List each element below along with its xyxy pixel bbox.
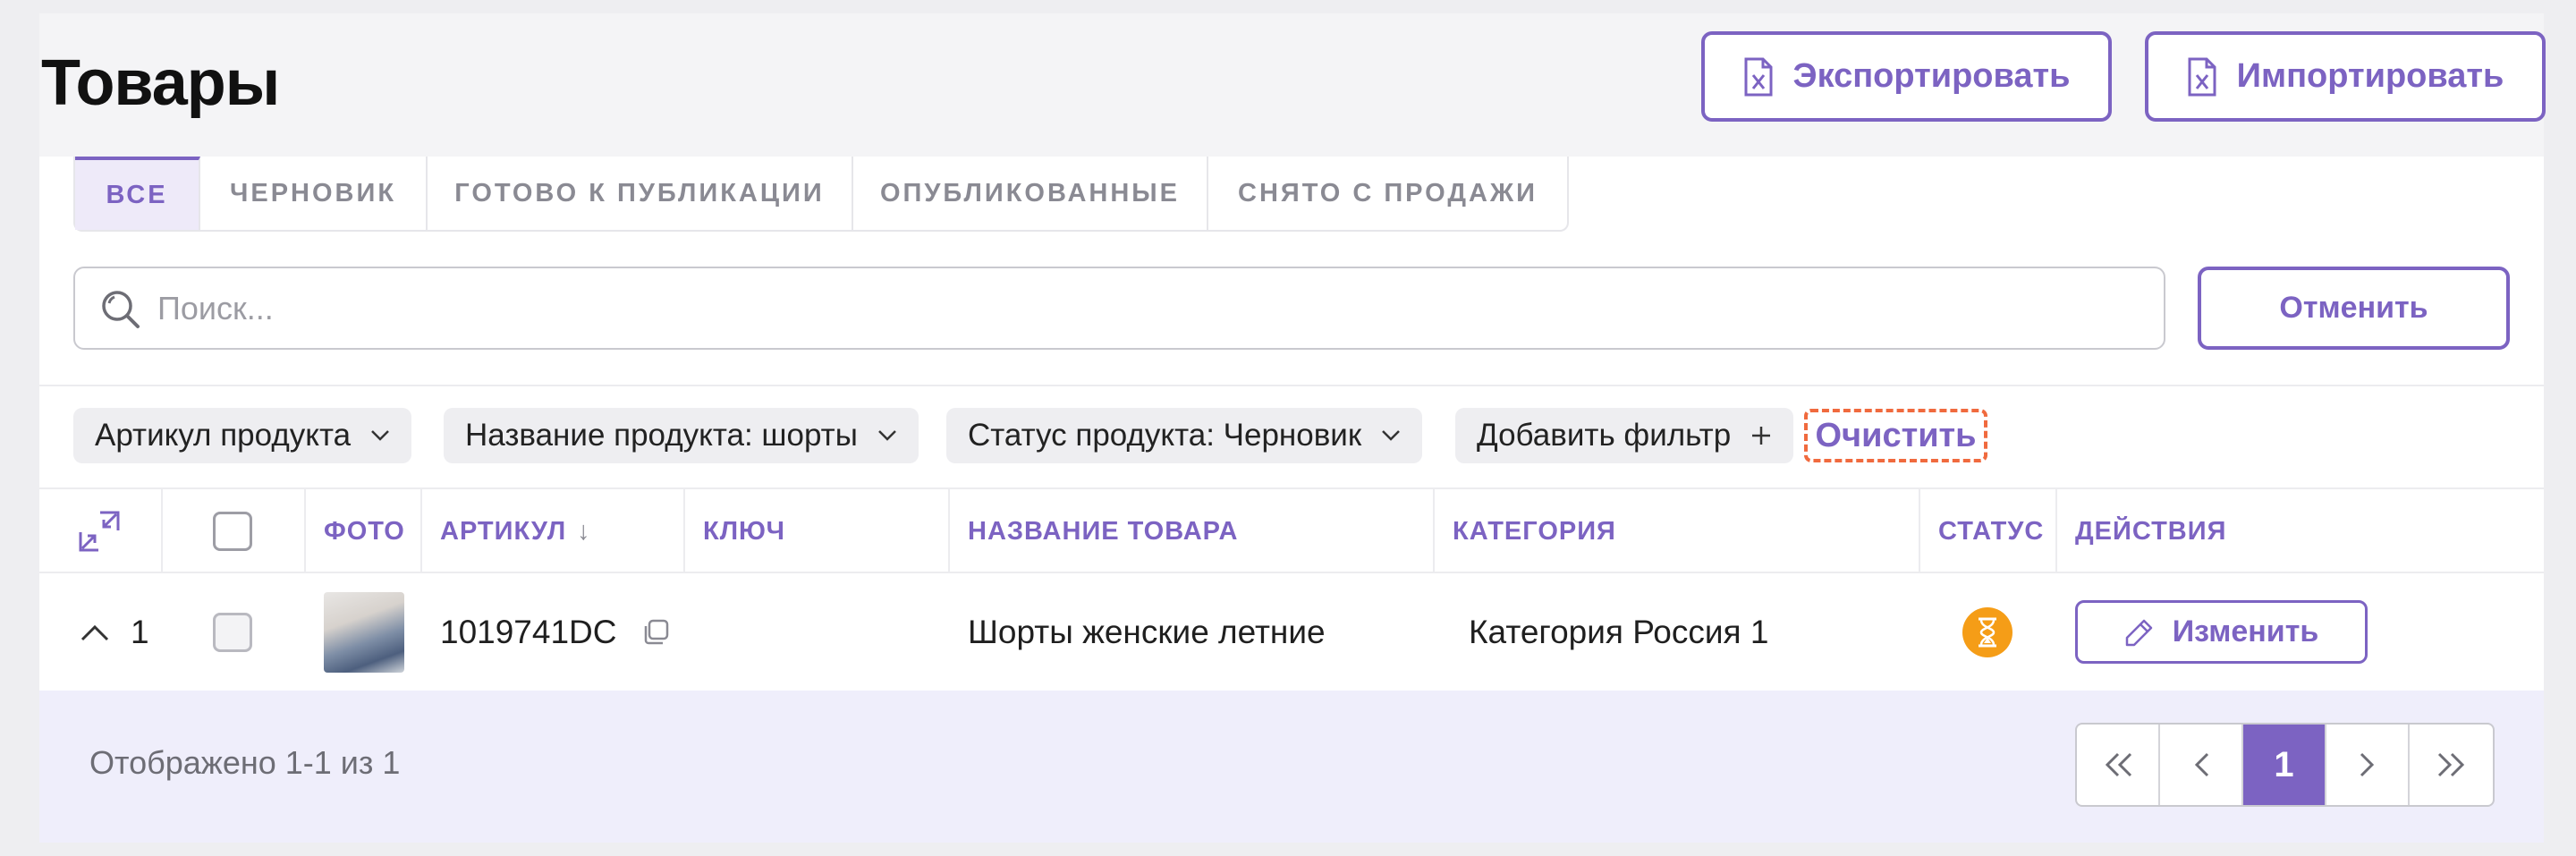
product-name-cell: Шорты женские летние: [968, 613, 1326, 650]
chevron-up-icon: [80, 624, 109, 640]
column-actions: ДЕЙСТВИЯ: [2055, 489, 2544, 573]
tab-published[interactable]: ОПУБЛИКОВАННЫЕ: [853, 157, 1208, 230]
actions-cell: Изменить: [2075, 573, 2368, 691]
chevron-down-icon: [877, 430, 896, 441]
results-summary: Отображено 1-1 из 1: [89, 744, 401, 781]
column-category: КАТЕГОРИЯ: [1433, 489, 1919, 573]
collapse-all-cell: [39, 489, 161, 573]
tab-ready-to-publish[interactable]: ГОТОВО К ПУБЛИКАЦИИ: [428, 157, 853, 230]
column-sku[interactable]: АРТИКУЛ ↓: [420, 489, 683, 573]
import-button[interactable]: Импортировать: [2145, 31, 2546, 122]
filter-chip-name[interactable]: Название продукта: шорты: [444, 408, 919, 463]
chevron-left-icon: [2194, 752, 2208, 777]
sku-value: 1019741DC: [440, 613, 617, 650]
column-key: КЛЮЧ: [683, 489, 948, 573]
import-label: Импортировать: [2236, 57, 2504, 95]
export-label: Экспортировать: [1792, 57, 2071, 95]
tab-withdrawn[interactable]: СНЯТО С ПРОДАЖИ: [1208, 157, 1567, 230]
pencil-icon: [2125, 619, 2152, 646]
double-chevron-right-icon: [2437, 752, 2464, 777]
clear-filters-button[interactable]: Очистить: [1804, 409, 1987, 462]
add-filter-button[interactable]: Добавить фильтр: [1455, 408, 1794, 463]
edit-label: Изменить: [2172, 614, 2319, 648]
pagination: 1: [2075, 723, 2495, 807]
column-sku-label: АРТИКУЛ: [440, 516, 567, 546]
search-input[interactable]: [157, 289, 2036, 327]
chevron-down-icon: [1382, 430, 1401, 441]
double-chevron-left-icon: [2105, 752, 2131, 777]
copy-icon[interactable]: [641, 618, 670, 647]
status-cell: [1962, 573, 2012, 691]
column-status: СТАТУС: [1919, 489, 2055, 573]
row-checkbox[interactable]: [213, 612, 252, 652]
first-page-button[interactable]: [2077, 725, 2160, 805]
search-box: [73, 267, 2165, 350]
table-row: 1 1019741DC Шорты женские летние Категор…: [39, 573, 2544, 691]
export-button[interactable]: Экспортировать: [1701, 31, 2112, 122]
table-header: ФОТО АРТИКУЛ ↓ КЛЮЧ НАЗВАНИЕ ТОВАРА КАТЕ…: [39, 487, 2544, 573]
product-photo-cell: [324, 573, 404, 691]
filter-chip-label: Артикул продукта: [95, 418, 352, 453]
chevron-down-icon: [371, 430, 389, 441]
select-all-checkbox[interactable]: [213, 512, 252, 551]
tab-all[interactable]: ВСЕ: [75, 157, 200, 230]
last-page-button[interactable]: [2410, 725, 2493, 805]
sort-desc-icon: ↓: [577, 516, 591, 546]
page-number-button[interactable]: 1: [2243, 725, 2326, 805]
excel-file-icon: [2188, 57, 2216, 96]
select-all-cell: [161, 489, 304, 573]
column-name: НАЗВАНИЕ ТОВАРА: [948, 489, 1433, 573]
filter-chip-sku[interactable]: Артикул продукта: [73, 408, 412, 463]
plus-icon: [1752, 427, 1771, 445]
filter-chip-label: Название продукта: шорты: [465, 418, 858, 453]
divider: [39, 385, 2544, 386]
excel-file-icon: [1744, 57, 1773, 96]
column-photo: ФОТО: [304, 489, 420, 573]
status-badge: [1962, 606, 2012, 657]
filter-chip-label: Статус продукта: Черновик: [968, 418, 1362, 453]
status-tabs: ВСЕ ЧЕРНОВИК ГОТОВО К ПУБЛИКАЦИИ ОПУБЛИК…: [73, 157, 1569, 232]
prev-page-button[interactable]: [2160, 725, 2243, 805]
row-index: 1: [131, 613, 149, 650]
cancel-button[interactable]: Отменить: [2198, 267, 2510, 350]
add-filter-label: Добавить фильтр: [1477, 418, 1732, 453]
product-thumbnail[interactable]: [324, 591, 404, 673]
filter-chip-status[interactable]: Статус продукта: Черновик: [946, 408, 1423, 463]
hourglass-icon: [1979, 617, 1996, 647]
edit-button[interactable]: Изменить: [2075, 600, 2368, 664]
chevron-right-icon: [2360, 752, 2374, 777]
sku-cell: 1019741DC: [440, 573, 670, 691]
page-title: Товары: [41, 47, 280, 119]
expand-toggle[interactable]: 1: [80, 573, 149, 691]
row-select-cell: [213, 573, 252, 691]
next-page-button[interactable]: [2326, 725, 2410, 805]
category-cell: Категория Россия 1: [1469, 613, 1769, 650]
tab-draft[interactable]: ЧЕРНОВИК: [200, 157, 428, 230]
collapse-arrows-icon[interactable]: [77, 509, 122, 554]
search-icon: [102, 290, 140, 328]
